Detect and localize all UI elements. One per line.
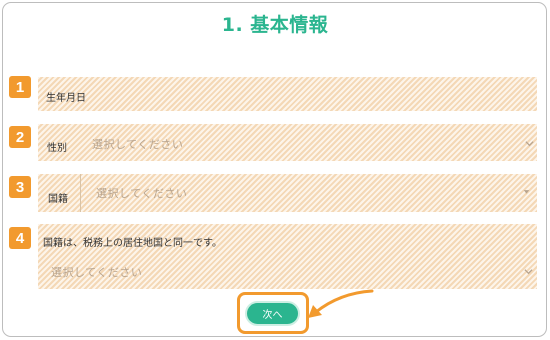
next-button[interactable]: 次へ bbox=[245, 301, 300, 326]
nationality-placeholder: 選択してください bbox=[96, 187, 188, 200]
residence-field: 国籍は、税務上の居住地国と同一です。 選択してください bbox=[38, 224, 537, 289]
step-badge-3: 3 bbox=[9, 176, 31, 198]
residence-select[interactable]: 選択してください bbox=[38, 254, 537, 289]
nationality-label: 国籍 bbox=[48, 194, 68, 205]
gender-field: 性別 選択してください bbox=[38, 124, 537, 161]
caret-down-icon bbox=[523, 190, 530, 194]
step-badge-2: 2 bbox=[9, 126, 31, 148]
nationality-select[interactable]: 選択してください bbox=[82, 174, 537, 212]
chevron-down-icon bbox=[524, 269, 533, 275]
pointer-arrow-icon bbox=[308, 289, 374, 318]
gender-label: 性別 bbox=[47, 143, 67, 154]
gender-placeholder: 選択してください bbox=[92, 138, 184, 151]
birthdate-field[interactable]: 生年月日 bbox=[38, 77, 537, 111]
nationality-field: 国籍 選択してください bbox=[38, 174, 537, 212]
residence-note: 国籍は、税務上の居住地国と同一です。 bbox=[43, 238, 222, 249]
step-badge-4: 4 bbox=[9, 227, 31, 249]
divider bbox=[80, 174, 81, 212]
residence-placeholder: 選択してください bbox=[51, 266, 143, 279]
birthdate-label: 生年月日 bbox=[46, 93, 86, 104]
page-title: 1. 基本情報 bbox=[221, 14, 329, 36]
chevron-down-icon bbox=[525, 141, 534, 147]
gender-select[interactable]: 選択してください bbox=[82, 124, 537, 161]
step-badge-1: 1 bbox=[9, 76, 31, 98]
